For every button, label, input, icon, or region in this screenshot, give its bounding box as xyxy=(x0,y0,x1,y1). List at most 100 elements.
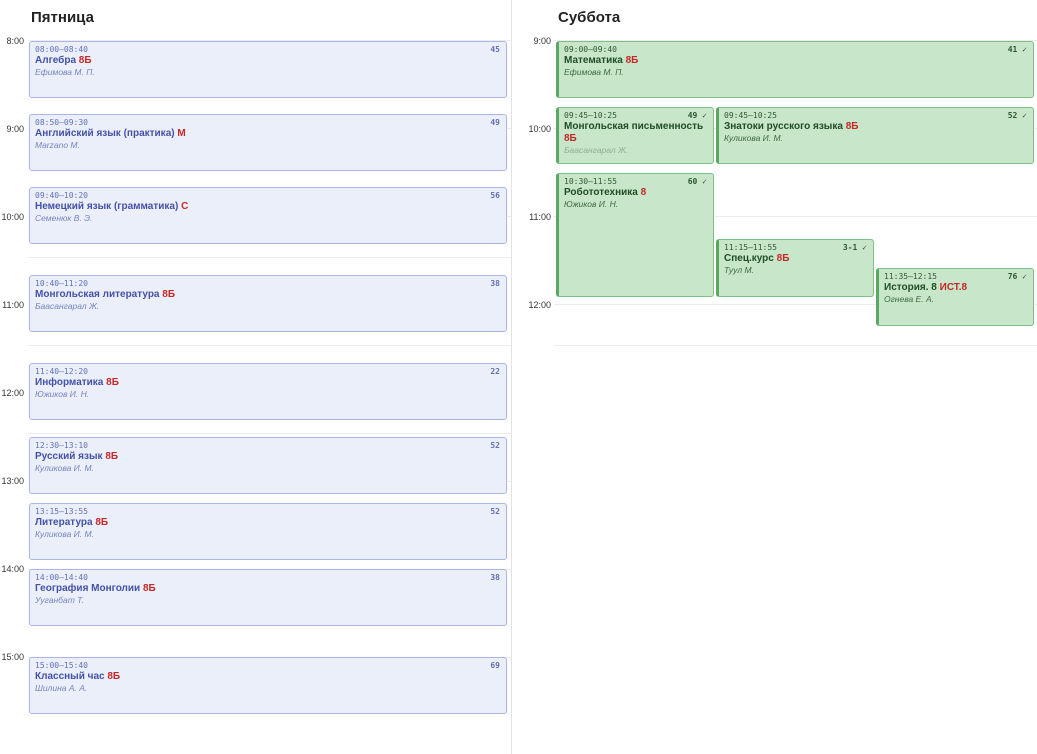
subject-name: География Монголии xyxy=(35,583,141,594)
lesson-card[interactable]: 11:40–12:20 22 Информатика 8Б Южиков И. … xyxy=(29,363,507,420)
lesson-subject: Информатика 8Б xyxy=(35,377,501,389)
lesson-subject: Монгольская письменность 8Б xyxy=(564,121,708,145)
lesson-subject: Математика 8Б xyxy=(564,55,1028,67)
lesson-room: 76 ✓ xyxy=(1007,272,1027,281)
lesson-subject: Алгебра 8Б xyxy=(35,55,501,67)
lesson-subject: Знатоки русского языка 8Б xyxy=(724,121,1028,133)
lesson-card[interactable]: 09:40–10:20 56 Немецкий язык (грамматика… xyxy=(29,187,507,244)
lesson-group: М xyxy=(177,128,186,139)
lesson-teacher: Куликова И. М. xyxy=(35,463,94,473)
lesson-room: 52 xyxy=(490,441,500,450)
lesson-subject: Литература 8Б xyxy=(35,517,501,529)
time-label: 14:00 xyxy=(1,564,24,574)
lesson-room: 45 xyxy=(490,45,500,54)
subject-name: Классный час xyxy=(35,671,105,682)
lesson-time: 10:40–11:20 xyxy=(35,279,88,288)
lesson-group: 8 xyxy=(640,187,647,198)
hour-line xyxy=(554,345,1037,346)
lesson-teacher: Куликова И. М. xyxy=(724,133,783,143)
time-label: 15:00 xyxy=(1,652,24,662)
lesson-room: 52 ✓ xyxy=(1007,111,1027,120)
lesson-card[interactable]: 13:15–13:55 52 Литература 8Б Куликова И.… xyxy=(29,503,507,560)
column-divider xyxy=(511,0,512,754)
lesson-teacher: Баасангарал Ж. xyxy=(564,145,629,155)
lesson-time: 09:40–10:20 xyxy=(35,191,88,200)
lesson-room: 3-1 ✓ xyxy=(842,243,867,252)
subject-name: Русский язык xyxy=(35,451,103,462)
lesson-card[interactable]: 09:00–09:40 41 ✓ Математика 8Б Ефимова М… xyxy=(556,41,1034,98)
lesson-teacher: Ефимова М. П. xyxy=(35,67,95,77)
time-label: 10:00 xyxy=(528,124,551,134)
lesson-card[interactable]: 12:30–13:10 52 Русский язык 8Б Куликова … xyxy=(29,437,507,494)
lesson-teacher: Семенюк В. Э. xyxy=(35,213,93,223)
time-label: 13:00 xyxy=(1,476,24,486)
lesson-subject: Русский язык 8Б xyxy=(35,451,501,463)
lesson-group: 8Б xyxy=(95,517,109,528)
lesson-time: 09:45–10:25 xyxy=(724,111,777,120)
subject-name: Литература xyxy=(35,517,93,528)
lesson-subject: Монгольская литература 8Б xyxy=(35,289,501,301)
lesson-teacher: Ефимова М. П. xyxy=(564,67,624,77)
friday-column: Пятница 8:00 9:00 10:00 11:00 12:00 13:0… xyxy=(0,0,511,754)
lesson-card[interactable]: 11:15–11:55 3-1 ✓ Спец.курс 8Б Туул М. xyxy=(716,239,874,297)
subject-name: Робототехника xyxy=(564,187,638,198)
lesson-room: 38 xyxy=(490,279,500,288)
lesson-subject: Спец.курс 8Б xyxy=(724,253,868,265)
lesson-room: 69 xyxy=(490,661,500,670)
lesson-room: 49 ✓ xyxy=(687,111,707,120)
lesson-subject: Робототехника 8 xyxy=(564,187,708,199)
lesson-group: 8Б xyxy=(107,671,121,682)
subject-name: Монгольская литература xyxy=(35,289,160,300)
subject-name: Знатоки русского языка xyxy=(724,121,843,132)
lesson-teacher: Баасангарал Ж. xyxy=(35,301,100,311)
lesson-card[interactable]: 09:45–10:25 52 ✓ Знатоки русского языка … xyxy=(716,107,1034,164)
time-label: 9:00 xyxy=(533,36,551,46)
lesson-card[interactable]: 10:40–11:20 38 Монгольская литература 8Б… xyxy=(29,275,507,332)
time-label: 8:00 xyxy=(6,36,24,46)
lesson-subject: Английский язык (практика) М xyxy=(35,128,501,140)
lesson-card[interactable]: 09:45–10:25 49 ✓ Монгольская письменност… xyxy=(556,107,714,164)
lesson-group: 8Б xyxy=(142,583,156,594)
lesson-group: 8Б xyxy=(845,121,859,132)
lesson-card[interactable]: 15:00–15:40 69 Классный час 8Б Шилина А.… xyxy=(29,657,507,714)
lesson-room: 49 xyxy=(490,118,500,127)
lesson-teacher: Ууганбат Т. xyxy=(35,595,84,605)
time-label: 12:00 xyxy=(528,300,551,310)
lesson-card[interactable]: 08:50–09:30 49 Английский язык (практика… xyxy=(29,114,507,171)
hour-line xyxy=(28,257,511,258)
lesson-room: 56 xyxy=(490,191,500,200)
lesson-group: 8Б xyxy=(78,55,92,66)
time-label: 10:00 xyxy=(1,212,24,222)
lesson-time: 08:50–09:30 xyxy=(35,118,88,127)
hour-line xyxy=(28,345,511,346)
lesson-card[interactable]: 11:35–12:15 76 ✓ История. 8 ИСТ.8 Огнева… xyxy=(876,268,1034,326)
subject-name: Информатика xyxy=(35,377,104,388)
lesson-subject: Немецкий язык (грамматика) С xyxy=(35,201,501,213)
subject-name: Спец.курс xyxy=(724,253,774,264)
lesson-subject: География Монголии 8Б xyxy=(35,583,501,595)
subject-name: Монгольская письменность xyxy=(564,121,704,132)
lesson-card[interactable]: 14:00–14:40 38 География Монголии 8Б Ууг… xyxy=(29,569,507,626)
lesson-group: 8Б xyxy=(564,133,577,144)
lesson-time: 09:00–09:40 xyxy=(564,45,617,54)
lesson-room: 38 xyxy=(490,573,500,582)
lesson-teacher: Южиков И. Н. xyxy=(35,389,90,399)
lesson-group: 8Б xyxy=(106,377,119,388)
lesson-time: 08:00–08:40 xyxy=(35,45,88,54)
lesson-teacher: Шилина А. А. xyxy=(35,683,88,693)
subject-name: История. 8 xyxy=(884,282,937,293)
lesson-room: 52 xyxy=(490,507,500,516)
time-label: 11:00 xyxy=(2,300,24,310)
lesson-subject: Классный час 8Б xyxy=(35,671,501,683)
lesson-subject: История. 8 ИСТ.8 xyxy=(884,282,1028,294)
time-label: 11:00 xyxy=(529,212,551,222)
lesson-room: 60 ✓ xyxy=(687,177,707,186)
subject-name: Алгебра xyxy=(35,55,77,66)
lesson-card[interactable]: 10:30–11:55 60 ✓ Робототехника 8 Южиков … xyxy=(556,173,714,297)
lesson-time: 11:40–12:20 xyxy=(35,367,88,376)
lesson-teacher: Туул М. xyxy=(724,265,754,275)
lesson-group: 8Б xyxy=(776,253,790,264)
lesson-group: 8Б xyxy=(162,289,176,300)
time-label: 12:00 xyxy=(1,388,24,398)
lesson-card[interactable]: 08:00–08:40 45 Алгебра 8Б Ефимова М. П. xyxy=(29,41,507,98)
